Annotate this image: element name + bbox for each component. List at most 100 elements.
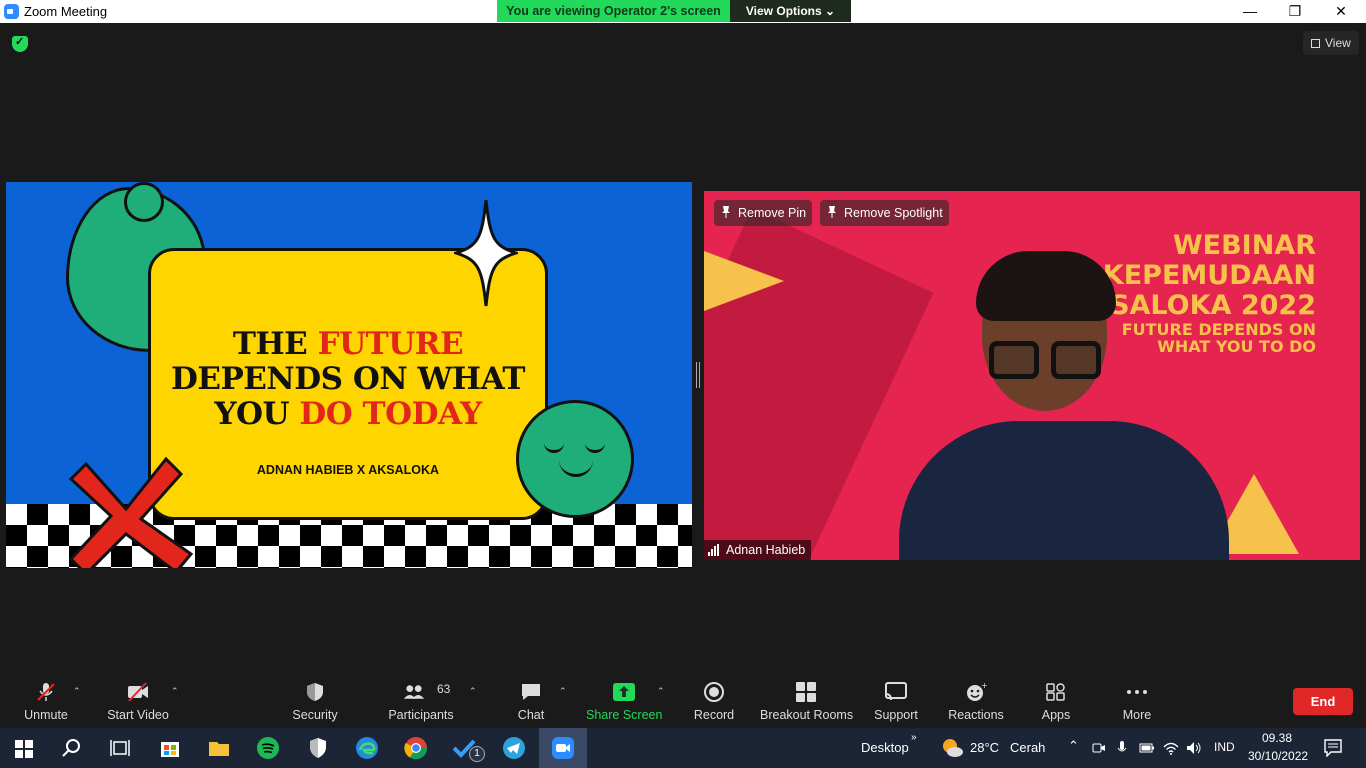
toolbar-expand-icon[interactable]: » (911, 732, 917, 743)
more-dots-icon (1127, 690, 1147, 694)
minimize-button[interactable]: — (1227, 0, 1273, 23)
record-label: Record (693, 708, 735, 722)
view-options-button[interactable]: View Options ⌄ (730, 0, 851, 22)
video-camera-off-icon (128, 682, 148, 702)
security-shield-icon[interactable] (12, 35, 28, 52)
clock-time[interactable]: 09.38 (1262, 731, 1292, 745)
slide-subtitle: ADNAN HABIEB X AKSALOKA (256, 463, 440, 477)
share-screen-arrow-icon (613, 683, 635, 701)
view-button-label: View (1325, 36, 1351, 50)
telegram-icon[interactable] (502, 736, 526, 760)
video-bg-triangle (704, 251, 784, 311)
record-icon (704, 682, 724, 702)
microsoft-store-icon[interactable] (158, 736, 182, 760)
meeting-toolbar: Unmute ⌃ Start Video ⌃ Security 63 Parti… (0, 672, 1366, 728)
smiley-face-icon (516, 400, 634, 518)
participant-name-tag: Adnan Habieb (704, 540, 812, 560)
apps-label: Apps (1041, 708, 1071, 722)
person-hair (976, 251, 1116, 321)
desktop-toolbar-label[interactable]: Desktop (861, 740, 909, 755)
apps-icon (1046, 683, 1065, 701)
windows-security-icon[interactable] (306, 736, 330, 760)
participants-label: Participants (388, 708, 454, 722)
view-button[interactable]: View (1303, 31, 1359, 55)
close-button[interactable]: ✕ (1318, 0, 1364, 23)
sparkle-star-icon (454, 199, 518, 307)
signal-strength-icon (708, 544, 722, 556)
smiley-eye-right (585, 443, 605, 453)
more-button[interactable]: More (1112, 672, 1162, 728)
start-video-button[interactable]: Start Video (104, 672, 172, 728)
chat-button[interactable]: Chat (505, 672, 557, 728)
window-title: Zoom Meeting (24, 4, 108, 19)
spotify-icon[interactable] (256, 736, 280, 760)
title-red2: DO TODAY (299, 396, 482, 432)
weather-description[interactable]: Cerah (1010, 740, 1045, 755)
battery-icon[interactable] (1139, 741, 1155, 755)
participant-name: Adnan Habieb (726, 543, 806, 557)
participants-caret-icon[interactable]: ⌃ (469, 686, 477, 697)
participants-button[interactable]: 63 Participants (385, 672, 457, 728)
smiley-mouth (559, 455, 593, 477)
chat-label: Chat (517, 708, 545, 722)
remove-pin-button[interactable]: Remove Pin (714, 200, 813, 226)
glasses-lens-right (1051, 341, 1101, 379)
remove-spotlight-button[interactable]: Remove Spotlight (820, 200, 949, 226)
weather-temperature[interactable]: 28°C (970, 740, 999, 755)
wifi-icon[interactable] (1163, 740, 1179, 756)
svg-text:+: + (981, 682, 987, 690)
microphone-in-use-icon[interactable] (1116, 740, 1128, 756)
end-meeting-button[interactable]: End (1293, 688, 1353, 715)
security-label: Security (292, 708, 338, 722)
share-caret-icon[interactable]: ⌃ (657, 686, 665, 697)
restore-button[interactable]: ❐ (1272, 0, 1318, 23)
clock-date[interactable]: 30/10/2022 (1248, 749, 1308, 763)
record-button[interactable]: Record (688, 672, 740, 728)
webcam-in-use-icon[interactable] (1092, 741, 1106, 755)
cast-screen-icon (885, 682, 907, 701)
microphone-muted-icon (37, 683, 55, 701)
split-view-handle[interactable] (696, 362, 700, 388)
chat-caret-icon[interactable]: ⌃ (559, 686, 567, 697)
volume-icon[interactable] (1186, 740, 1202, 756)
input-language[interactable]: IND (1214, 740, 1235, 754)
participant-video-tile[interactable]: WEBINAR KEPEMUDAAN KSALOKA 2022 FUTURE D… (704, 191, 1360, 560)
weather-sun-cloud-icon[interactable] (940, 737, 964, 759)
chrome-browser-icon[interactable] (404, 736, 428, 760)
video-options-caret-icon[interactable]: ⌃ (171, 686, 179, 697)
title-part3: YOU (214, 396, 300, 432)
zoom-app-icon[interactable] (551, 736, 575, 760)
smiley-eye-left (544, 443, 564, 453)
windows-start-icon[interactable] (12, 736, 36, 760)
green-blob-decoration (124, 182, 164, 222)
view-options-label: View Options (745, 4, 822, 18)
apps-button[interactable]: Apps (1032, 672, 1080, 728)
breakout-rooms-icon (796, 682, 816, 702)
share-banner: You are viewing Operator 2's screen (497, 0, 730, 22)
reactions-button[interactable]: + Reactions (946, 672, 1006, 728)
file-explorer-icon[interactable] (207, 736, 231, 760)
search-icon[interactable] (60, 736, 84, 760)
zoom-logo-icon (4, 4, 19, 19)
show-hidden-icons-chevron-icon[interactable]: ⌃ (1068, 738, 1079, 754)
share-screen-button[interactable]: Share Screen (586, 672, 662, 728)
slide-title: THE FUTURE DEPENDS ON WHAT YOU DO TODAY (148, 327, 548, 432)
shared-screen: THE FUTURE DEPENDS ON WHAT YOU DO TODAY … (6, 182, 692, 568)
audio-options-caret-icon[interactable]: ⌃ (73, 686, 81, 697)
person-body (899, 421, 1229, 560)
title-part2: DEPENDS ON WHAT (170, 361, 526, 397)
breakout-rooms-button[interactable]: Breakout Rooms (760, 672, 853, 728)
unmute-label: Unmute (24, 708, 68, 722)
reactions-label: Reactions (948, 708, 1004, 722)
red-x-decoration (68, 456, 194, 568)
chevron-down-icon: ⌄ (825, 4, 836, 18)
edge-browser-icon[interactable] (355, 736, 379, 760)
task-view-icon[interactable] (108, 736, 132, 760)
support-button[interactable]: Support (870, 672, 922, 728)
remove-spotlight-label: Remove Spotlight (844, 206, 943, 220)
action-center-icon[interactable] (1324, 739, 1342, 757)
unmute-button[interactable]: Unmute (14, 672, 78, 728)
shield-icon (307, 683, 323, 701)
security-button[interactable]: Security (285, 672, 345, 728)
title-red1: FUTURE (317, 326, 464, 362)
